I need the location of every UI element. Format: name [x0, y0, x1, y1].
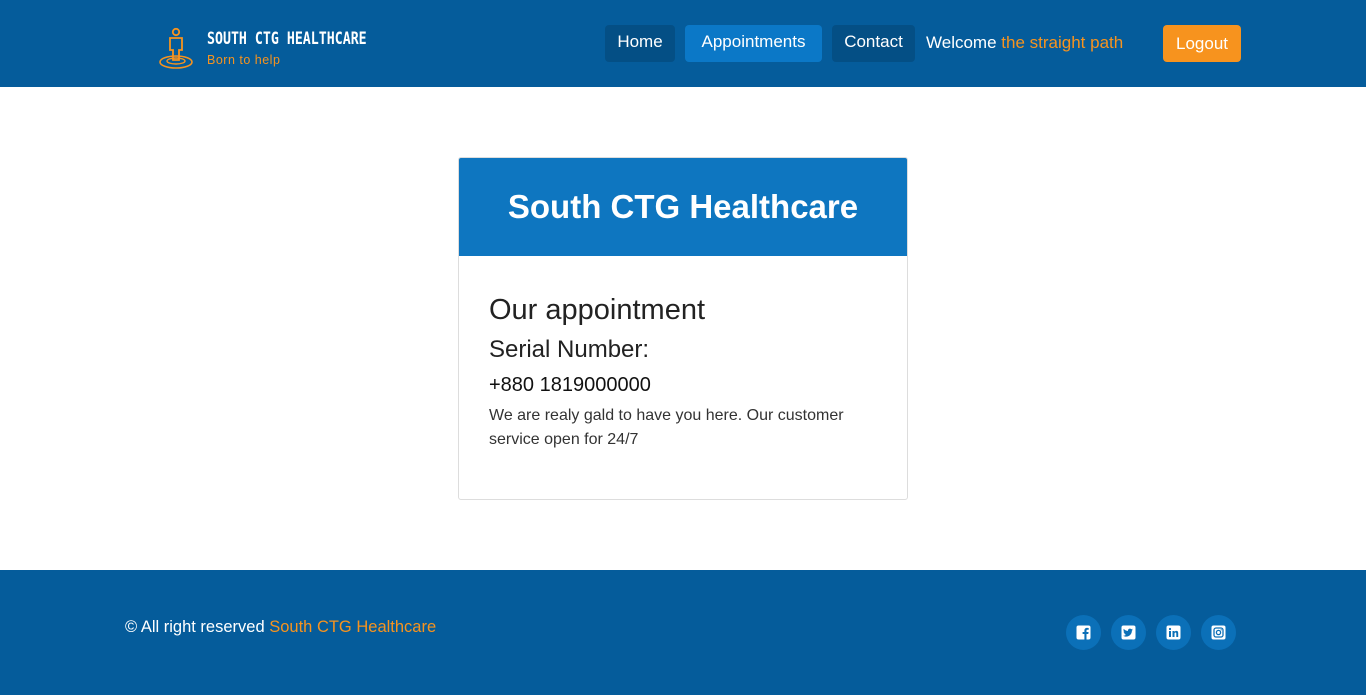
nav-appointments-button[interactable]: Appointments — [685, 25, 822, 62]
nav-home-button[interactable]: Home — [605, 25, 675, 62]
navbar: SOUTH CTG HEALTHCARE Born to help Home A… — [0, 0, 1366, 87]
instagram-icon — [1211, 625, 1226, 640]
welcome-prefix: Welcome — [926, 33, 997, 52]
card-header-title: South CTG Healthcare — [459, 158, 907, 256]
card-description: We are realy gald to have you here. Our … — [489, 407, 844, 448]
twitter-icon — [1121, 625, 1136, 640]
person-logo-icon — [159, 27, 193, 69]
phone-number: +880 1819000000 — [489, 374, 651, 396]
copyright-org-name: South CTG Healthcare — [269, 618, 437, 636]
footer: © All right reserved South CTG Healthcar… — [0, 570, 1366, 695]
logout-button[interactable]: Logout — [1163, 25, 1241, 62]
facebook-icon — [1076, 625, 1091, 640]
welcome-message: Welcome the straight path — [926, 33, 1123, 53]
brand-name: SOUTH CTG HEALTHCARE — [207, 29, 367, 49]
twitter-button[interactable] — [1111, 615, 1146, 650]
user-name: the straight path — [1001, 33, 1124, 52]
copyright-text: © All right reserved South CTG Healthcar… — [125, 618, 436, 637]
instagram-button[interactable] — [1201, 615, 1236, 650]
linkedin-icon — [1166, 625, 1181, 640]
linkedin-button[interactable] — [1156, 615, 1191, 650]
facebook-button[interactable] — [1066, 615, 1101, 650]
serial-number-label: Serial Number: — [489, 336, 650, 363]
card-title: Our appointment — [489, 294, 706, 326]
nav-contact-button[interactable]: Contact — [832, 25, 915, 62]
appointment-card: South CTG Healthcare Our appointment Ser… — [458, 157, 908, 500]
copyright-prefix: © All right reserved — [125, 618, 265, 636]
brand-tagline: Born to help — [207, 53, 281, 67]
